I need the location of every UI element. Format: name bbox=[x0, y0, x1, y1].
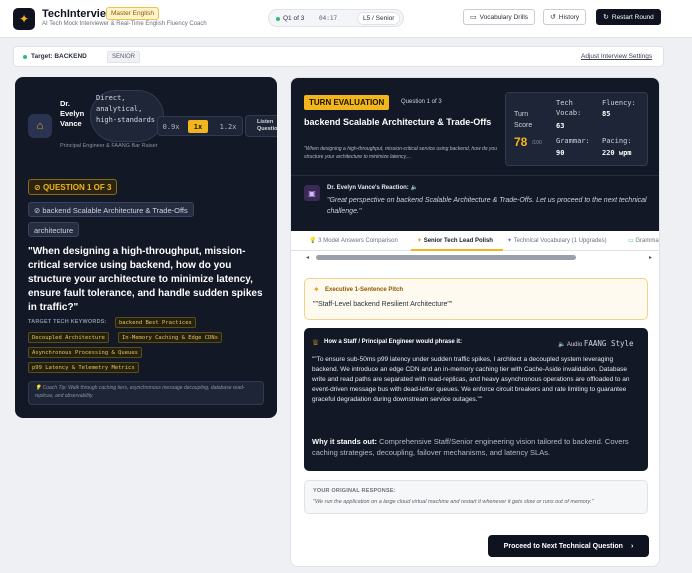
speaker-icon: 🔈 bbox=[558, 342, 566, 348]
keywords-label: TARGET TECH KEYWORDS: bbox=[28, 319, 107, 325]
speed-1-2x[interactable]: 1.2x bbox=[215, 120, 241, 133]
trophy-icon: ♕ bbox=[312, 338, 320, 347]
chat-bubble-icon: ▣ bbox=[304, 185, 320, 201]
divider bbox=[291, 175, 659, 176]
staff-label: How a Staff / Principal Engineer would p… bbox=[324, 339, 463, 345]
reaction-text: "Great perspective on backend Scalable A… bbox=[327, 197, 647, 215]
sparkle-icon: ✦ bbox=[507, 238, 513, 244]
session-timer: 04:17 bbox=[319, 14, 338, 22]
keyword-chip: Asynchronous Processing & Queues bbox=[28, 347, 142, 358]
keyword-chip: In-Memory Caching & Edge CDNs bbox=[118, 332, 223, 343]
interviewer-role: Principal Engineer & FAANG Bar Raiser bbox=[60, 143, 158, 149]
score-panel: Turn Score 78 /100 Tech Vocab: 63 Fluenc… bbox=[505, 92, 648, 166]
scroll-right-icon[interactable]: ▸ bbox=[649, 254, 652, 261]
original-label: YOUR ORIGINAL RESPONSE: bbox=[313, 488, 396, 494]
keyword-chip: Decoupled Architecture bbox=[28, 332, 109, 343]
evaluation-card: TURN EVALUATION Question 1 of 3 backend … bbox=[290, 77, 660, 567]
evaluation-title: backend Scalable Architecture & Trade-Of… bbox=[304, 117, 492, 127]
restart-round-button[interactable]: ↻ Restart Round bbox=[596, 9, 661, 25]
fluency-label: Fluency: bbox=[602, 99, 636, 107]
tab-model-answers[interactable]: 💡 3 Model Answers Comparison bbox=[309, 237, 398, 244]
keyword-chip: p99 Latency & Telemetry Metrics bbox=[28, 362, 139, 373]
target-bar: Target: BACKEND SENIOR Adjust Interview … bbox=[13, 46, 664, 67]
original-text: "We run the application on a large cloud… bbox=[313, 499, 594, 505]
live-dot-icon bbox=[276, 16, 280, 21]
target-dot-icon bbox=[23, 55, 27, 59]
app-title: TechInterview bbox=[42, 8, 115, 20]
analysis-tabs: 💡 3 Model Answers Comparison ✦ Senior Te… bbox=[291, 231, 659, 251]
staff-answer-text: ""To ensure sub-50ms p99 latency under s… bbox=[312, 356, 630, 403]
master-english-badge: Master English bbox=[106, 7, 159, 20]
sparkle-icon: ✦ bbox=[313, 285, 320, 294]
question-category: architecture bbox=[28, 222, 80, 237]
sparkle-icon: ✦ bbox=[417, 238, 423, 244]
app-subtitle: AI Tech Mock Interviewer & Real-Time Eng… bbox=[42, 21, 207, 27]
turn-score-label: Turn Score bbox=[514, 111, 533, 129]
chevron-right-icon: › bbox=[630, 542, 634, 550]
pacing-label: Pacing: bbox=[602, 137, 632, 145]
evaluation-question-of: Question 1 of 3 bbox=[401, 99, 442, 105]
coach-tip: 💡 Coach Tip: Walk through caching tiers,… bbox=[28, 381, 264, 405]
history-icon: ↺ bbox=[550, 14, 556, 21]
level-badge: L5 / Senior bbox=[357, 12, 401, 25]
speed-1x[interactable]: 1x bbox=[188, 120, 208, 133]
restart-icon: ↻ bbox=[603, 14, 609, 21]
turn-evaluation-tag: TURN EVALUATION bbox=[304, 95, 390, 110]
seniority-badge: SENIOR bbox=[107, 51, 141, 63]
target-label: Target: BACKEND bbox=[31, 53, 87, 60]
grammar-value: 90 bbox=[556, 149, 565, 157]
grammar-label: Grammar: bbox=[556, 137, 590, 145]
tech-vocab-value: 63 bbox=[556, 122, 565, 130]
session-status-pill: Q1 of 3 04:17 L5 / Senior bbox=[268, 9, 404, 27]
sparkle-logo-icon: ✦ bbox=[13, 8, 35, 30]
vocabulary-drills-button[interactable]: ▭ Vocabulary Drills bbox=[463, 9, 536, 25]
book-icon: ▭ bbox=[470, 14, 477, 21]
pacing-value: 220 wpm bbox=[602, 149, 632, 157]
tab-grammar[interactable]: ▭ Gramma bbox=[628, 237, 659, 244]
speed-selector: 0.9x 1x 1.2x bbox=[157, 116, 243, 136]
tab-technical-vocabulary[interactable]: ✦ Technical Vocabulary (1 Upgrades) bbox=[507, 237, 607, 244]
listen-question-button[interactable]: Listen Question bbox=[245, 115, 277, 137]
interviewer-avatar-icon: ⌂ bbox=[28, 114, 52, 138]
adjust-settings-link[interactable]: Adjust Interview Settings bbox=[581, 53, 652, 60]
app-header: ✦ TechInterview Master English AI Tech M… bbox=[0, 0, 692, 38]
scroll-left-icon[interactable]: ◂ bbox=[306, 254, 309, 261]
question-text: "When designing a high-throughput, missi… bbox=[28, 246, 263, 313]
staff-phrasing-panel: ♕ How a Staff / Principal Engineer would… bbox=[304, 328, 648, 471]
turn-score-max: /100 bbox=[532, 140, 542, 146]
proceed-next-question-button[interactable]: Proceed to Next Technical Question › bbox=[488, 535, 649, 557]
fluency-value: 85 bbox=[602, 110, 611, 118]
history-button[interactable]: ↺ History bbox=[543, 9, 587, 25]
question-tag: ⊘ QUESTION 1 OF 3 bbox=[28, 179, 118, 195]
topic-icon: ⊘ bbox=[34, 205, 41, 215]
lightbulb-icon: 💡 bbox=[309, 238, 317, 244]
interviewer-style: Direct, analytical, high-standards bbox=[96, 94, 156, 124]
turn-evaluation-panel: TURN EVALUATION Question 1 of 3 backend … bbox=[291, 78, 659, 231]
question-card: ⌂ Dr. Evelyn Vance Direct, analytical, h… bbox=[15, 77, 277, 418]
tab-senior-polish[interactable]: ✦ Senior Tech Lead Polish bbox=[417, 237, 493, 244]
pitch-label: Executive 1-Sentence Pitch bbox=[325, 287, 404, 293]
reaction-label: Dr. Evelyn Vance's Reaction: 🔈 bbox=[327, 185, 418, 191]
horizontal-scrollbar[interactable] bbox=[316, 255, 576, 260]
speed-0-9x[interactable]: 0.9x bbox=[161, 120, 181, 133]
question-progress: Q1 of 3 bbox=[283, 14, 305, 22]
executive-pitch: ✦ Executive 1-Sentence Pitch ""Staff-Lev… bbox=[304, 278, 648, 320]
why-it-stands-out: Why it stands out: Comprehensive Staff/S… bbox=[312, 437, 629, 457]
question-topic: ⊘ backend Scalable Architecture & Trade-… bbox=[28, 202, 194, 217]
speaker-icon[interactable]: 🔈 bbox=[410, 185, 417, 191]
audio-button[interactable]: 🔈 Audio FAANG Style bbox=[558, 339, 634, 348]
tag-icon: ⊘ bbox=[34, 183, 41, 192]
keyword-chip: backend Best Practices bbox=[115, 317, 196, 328]
original-response: YOUR ORIGINAL RESPONSE: "We run the appl… bbox=[304, 480, 648, 514]
turn-score: 78 bbox=[514, 135, 528, 149]
evaluation-question-snippet: "When designing a high-throughput, missi… bbox=[304, 146, 497, 160]
pitch-text: ""Staff-Level backend Resilient Architec… bbox=[313, 301, 453, 308]
book-icon: ▭ bbox=[628, 238, 634, 244]
tech-vocab-label: Tech Vocab: bbox=[556, 99, 582, 117]
lightbulb-icon: 💡 bbox=[35, 385, 42, 391]
active-tab-indicator bbox=[411, 249, 503, 251]
